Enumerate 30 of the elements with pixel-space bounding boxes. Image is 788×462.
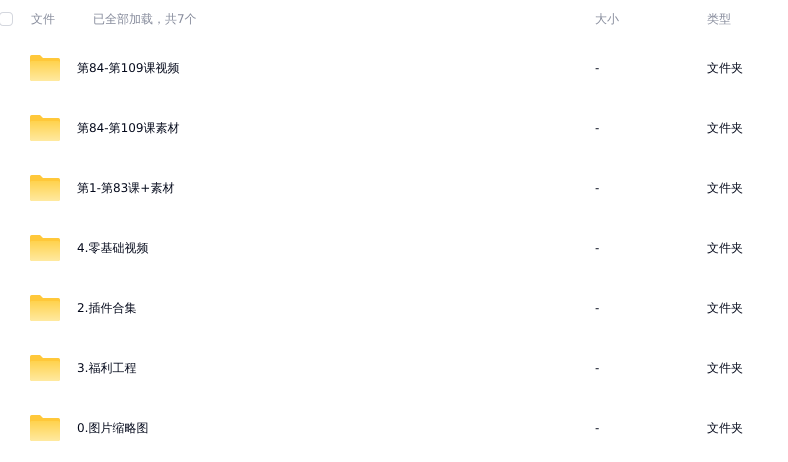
file-size: -	[595, 61, 600, 75]
file-type: 文件夹	[707, 120, 743, 136]
file-type: 文件夹	[707, 300, 743, 316]
file-type: 文件夹	[707, 60, 743, 76]
file-type: 文件夹	[707, 420, 743, 436]
file-size: -	[595, 181, 600, 195]
folder-name[interactable]: 0.图片缩略图	[77, 420, 595, 436]
file-size: -	[595, 301, 600, 315]
file-size: -	[595, 421, 600, 435]
folder-name[interactable]: 第84-第109课素材	[77, 120, 595, 136]
file-type: 文件夹	[707, 180, 743, 196]
folder-icon	[30, 415, 60, 441]
folder-name[interactable]: 2.插件合集	[77, 300, 595, 316]
folder-icon	[30, 55, 60, 81]
file-size: -	[595, 361, 600, 375]
select-all-checkbox[interactable]	[0, 12, 13, 26]
file-size: -	[595, 121, 600, 135]
folder-icon	[30, 355, 60, 381]
folder-icon	[30, 115, 60, 141]
folder-icon	[30, 175, 60, 201]
load-status: 已全部加载，共7个	[93, 10, 198, 28]
folder-name[interactable]: 第1-第83课+素材	[77, 180, 595, 196]
file-size: -	[595, 241, 600, 255]
folder-name[interactable]: 第84-第109课视频	[77, 60, 595, 76]
folder-icon	[30, 235, 60, 261]
folder-icon	[30, 295, 60, 321]
folder-name[interactable]: 3.福利工程	[77, 360, 595, 376]
file-type: 文件夹	[707, 240, 743, 256]
folder-name[interactable]: 4.零基础视频	[77, 240, 595, 256]
file-type: 文件夹	[707, 360, 743, 376]
